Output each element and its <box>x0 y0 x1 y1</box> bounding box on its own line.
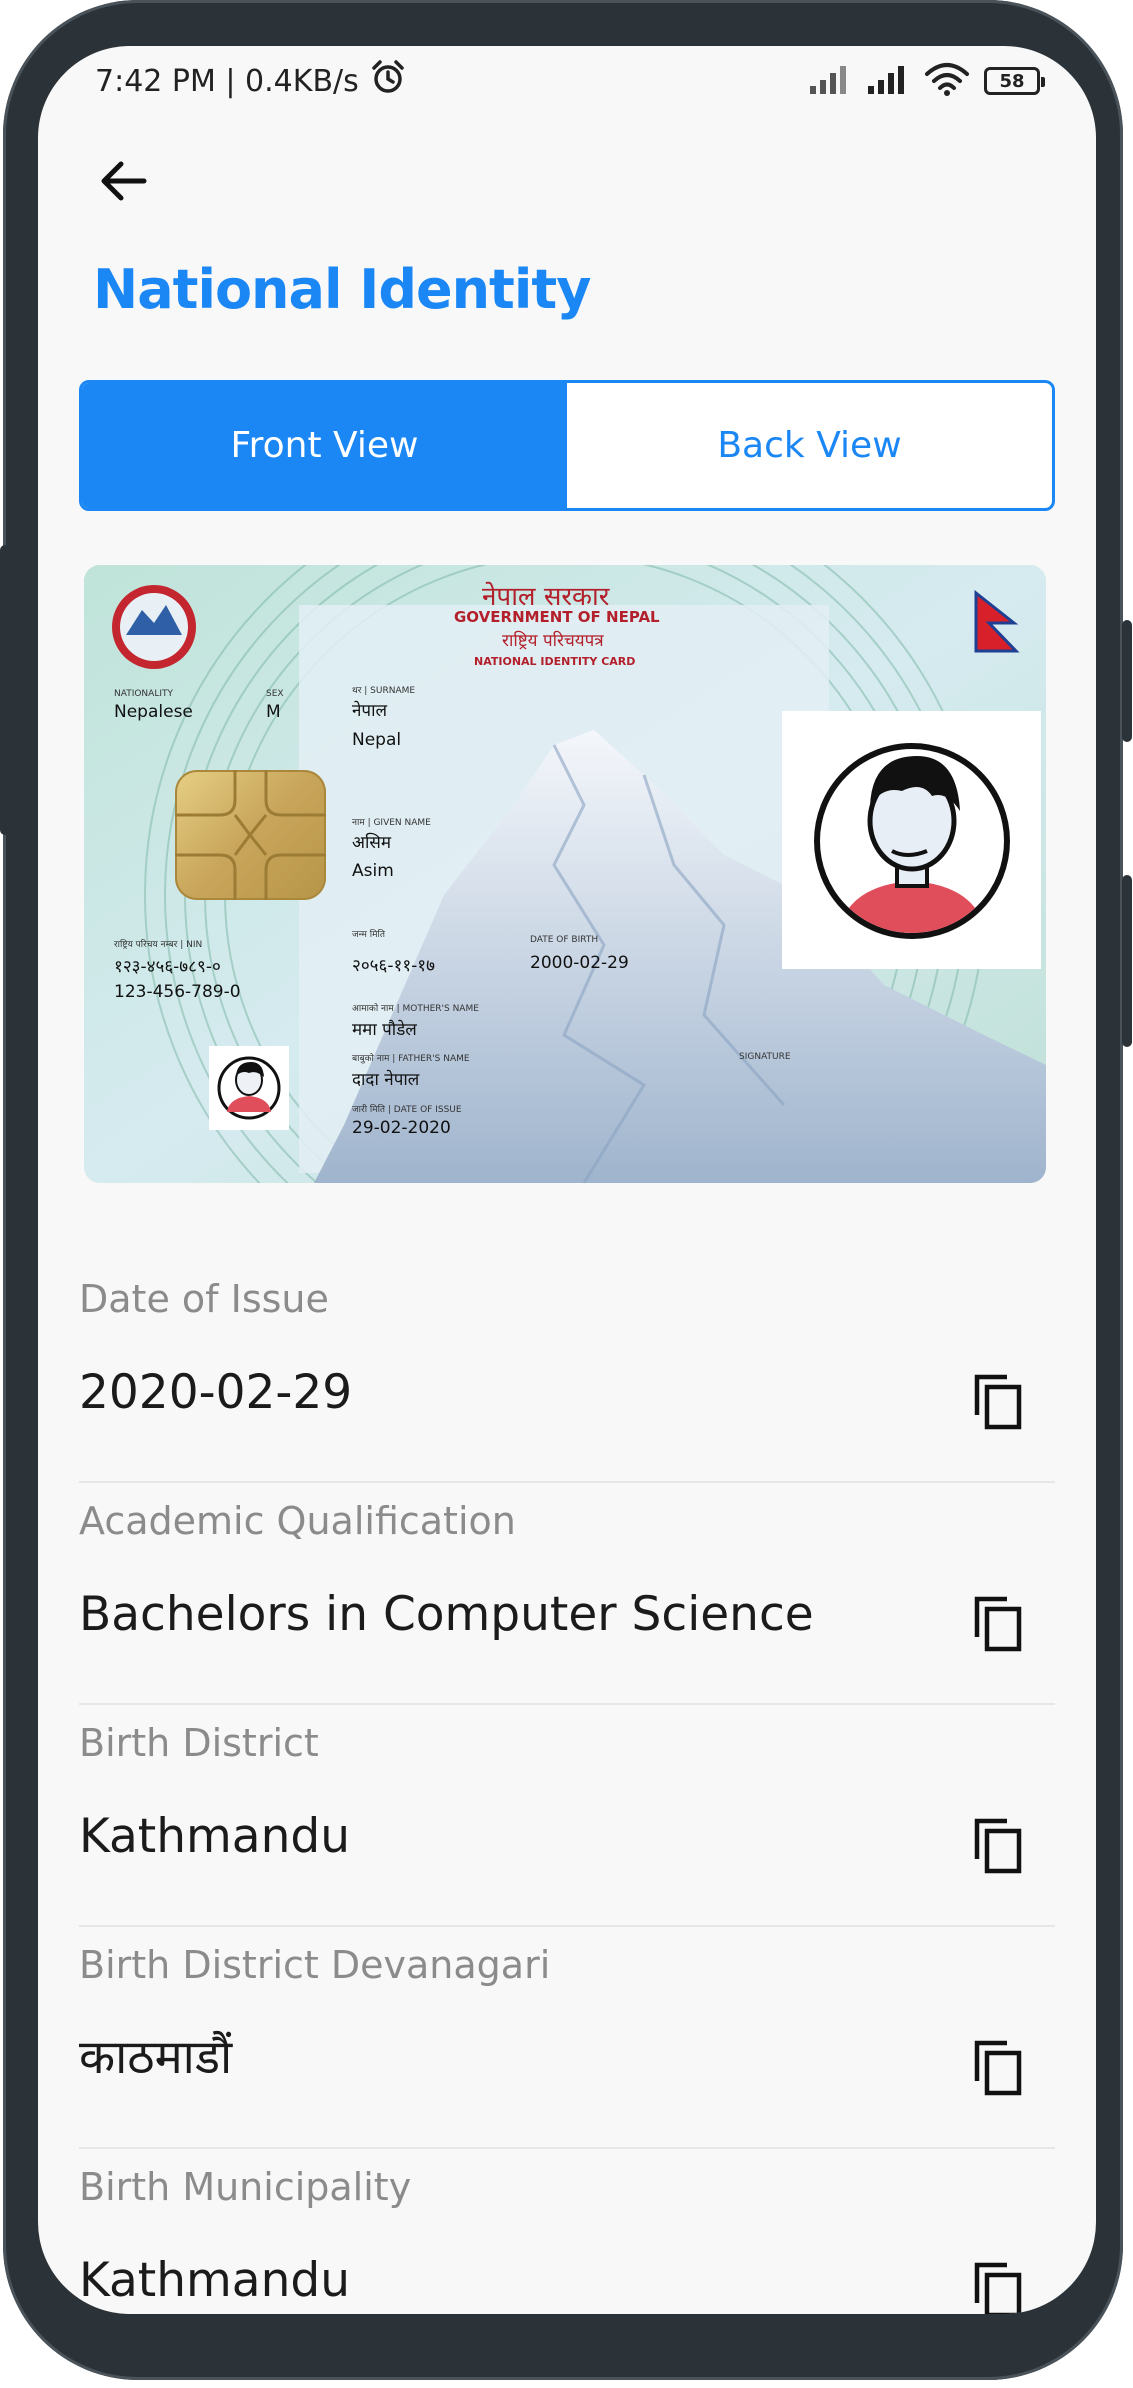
card-holder-photo <box>782 711 1041 969</box>
father-name-value: दादा नेपाल <box>352 1070 420 1090</box>
nin-devanagari: १२३-४५६-७८९-० <box>114 957 221 977</box>
surname-devanagari: नेपाल <box>352 701 388 721</box>
back-button[interactable] <box>89 146 159 216</box>
wifi-icon <box>924 62 970 100</box>
phone-screen: 7:42 PM | 0.4KB/s 58 National Identity F… <box>38 46 1096 2314</box>
copy-icon[interactable] <box>973 1595 1025 1653</box>
given-name-value: Asim <box>352 861 394 881</box>
surname-value: Nepal <box>352 730 402 750</box>
view-toggle: Front View Back View <box>79 380 1055 511</box>
detail-label: Birth District Devanagari <box>79 1943 551 1987</box>
nin-label: राष्ट्रिय परिचय नम्बर | NIN <box>114 940 203 950</box>
nin-value: 123-456-789-0 <box>114 982 241 1002</box>
signal-bars-icon <box>866 64 910 98</box>
sex-value: M <box>266 702 281 722</box>
details-list: Date of Issue 2020-02-29 Academic Qualif… <box>79 1261 1055 2314</box>
detail-value: Kathmandu <box>79 1809 351 1864</box>
given-name-devanagari: असिम <box>352 833 392 853</box>
issue-date-label: जारी मिति | DATE OF ISSUE <box>352 1105 462 1115</box>
issue-date-value: 29-02-2020 <box>352 1118 451 1138</box>
battery-indicator: 58 <box>984 67 1045 95</box>
nationality-value: Nepalese <box>114 702 193 722</box>
card-government-text: GOVERNMENT OF NEPAL <box>454 608 660 626</box>
copy-icon[interactable] <box>973 2261 1025 2314</box>
detail-value: काठमाडौं <box>79 2030 233 2085</box>
tab-back-view[interactable]: Back View <box>567 383 1052 508</box>
alarm-clock-icon <box>369 58 407 104</box>
card-holder-ghost-photo <box>209 1046 289 1130</box>
copy-icon[interactable] <box>973 2039 1025 2097</box>
card-chip <box>175 770 326 900</box>
detail-value: Bachelors in Computer Science <box>79 1587 814 1642</box>
father-name-label: बाबुको नाम | FATHER'S NAME <box>352 1054 470 1064</box>
surname-label: थर | SURNAME <box>352 686 416 696</box>
mother-name-value: ममा पौडेल <box>352 1020 417 1040</box>
dob-label-nepali: जन्म मिति <box>352 930 385 940</box>
detail-label: Birth District <box>79 1721 319 1765</box>
tab-front-view[interactable]: Front View <box>82 383 567 508</box>
national-id-card-image: नेपाल सरकार GOVERNMENT OF NEPAL राष्ट्रि… <box>84 565 1046 1183</box>
detail-row-academic-qualification: Academic Qualification Bachelors in Comp… <box>79 1483 1055 1705</box>
detail-label: Date of Issue <box>79 1277 329 1321</box>
copy-icon[interactable] <box>973 1817 1025 1875</box>
sex-label: SEX <box>266 689 284 699</box>
detail-label: Academic Qualification <box>79 1499 516 1543</box>
detail-row-birth-municipality: Birth Municipality Kathmandu <box>79 2149 1055 2314</box>
signature-label: SIGNATURE <box>739 1052 791 1062</box>
dob-value: 2000-02-29 <box>530 953 629 973</box>
mother-name-label: आमाको नाम | MOTHER'S NAME <box>352 1004 479 1014</box>
copy-icon[interactable] <box>973 1373 1025 1431</box>
card-title-devanagari: राष्ट्रिय परिचयपत्र <box>502 631 604 651</box>
page-title: National Identity <box>93 258 591 321</box>
battery-level: 58 <box>999 70 1025 92</box>
detail-value: Kathmandu <box>79 2253 351 2308</box>
card-title: NATIONAL IDENTITY CARD <box>474 655 636 668</box>
detail-row-birth-district-devanagari: Birth District Devanagari काठमाडौं <box>79 1927 1055 2149</box>
arrow-left-icon <box>101 161 147 201</box>
dob-label: DATE OF BIRTH <box>530 935 599 945</box>
status-bar-left: 7:42 PM | 0.4KB/s <box>95 56 407 106</box>
detail-label: Birth Municipality <box>79 2165 412 2209</box>
detail-row-birth-district: Birth District Kathmandu <box>79 1705 1055 1927</box>
nationality-label: NATIONALITY <box>114 689 173 699</box>
detail-value: 2020-02-29 <box>79 1365 353 1420</box>
given-name-label: नाम | GIVEN NAME <box>352 818 431 828</box>
status-time-speed: 7:42 PM | 0.4KB/s <box>95 63 359 99</box>
signal-bars-icon <box>808 64 852 98</box>
side-button-left <box>0 545 10 835</box>
dob-devanagari: २०५६-११-१७ <box>352 956 435 976</box>
status-bar-right: 58 <box>808 60 1045 102</box>
side-button-right-lower <box>1122 875 1132 1047</box>
detail-row-date-of-issue: Date of Issue 2020-02-29 <box>79 1261 1055 1483</box>
side-button-right-upper <box>1122 620 1132 742</box>
